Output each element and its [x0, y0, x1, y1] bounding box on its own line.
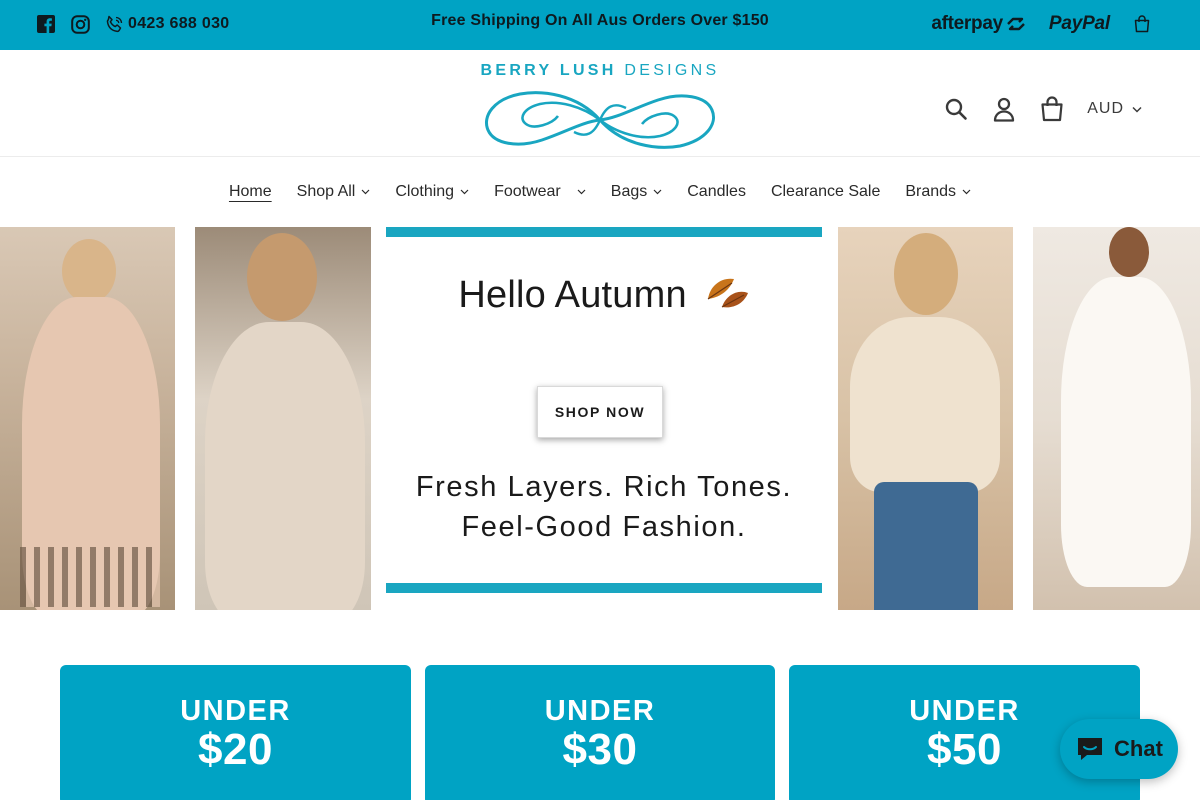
brand-name-light: DESIGNS	[624, 62, 720, 79]
hero-tagline-1: Fresh Layers. Rich Tones.	[415, 471, 793, 503]
chat-bubble-icon	[1078, 738, 1103, 760]
site-header: BERRY LUSH DESIGNS AUD	[0, 50, 1200, 157]
nav-item-clothing[interactable]: Clothing	[383, 183, 482, 201]
nav-item-candles[interactable]: Candles	[675, 183, 759, 201]
nav-item-clearance-sale[interactable]: Clearance Sale	[758, 183, 892, 201]
chat-label: Chat	[1114, 736, 1163, 761]
nav-item-shop-all[interactable]: Shop All	[284, 183, 383, 201]
search-icon[interactable]	[943, 96, 969, 122]
card-amount: $30	[562, 725, 638, 774]
nav-item-footwear[interactable]: Footwear	[482, 183, 599, 201]
card-label: UNDER	[180, 695, 291, 727]
chevron-down-icon	[653, 189, 662, 195]
infinity-swirl-icon	[485, 91, 715, 149]
nav-item-brands[interactable]: Brands	[893, 183, 984, 201]
model-photo-white-maxi	[1033, 227, 1200, 610]
hero-tagline-2: Feel-Good Fashion.	[461, 511, 747, 543]
hero-title: Hello Autumn	[386, 271, 822, 317]
nav-label-bags: Bags	[610, 183, 648, 200]
currency-value: AUD	[1087, 100, 1124, 117]
header-actions: AUD	[943, 94, 1142, 124]
brand-logo[interactable]: BERRY LUSH DESIGNS	[478, 60, 722, 154]
afterpay-arrows-icon	[1007, 17, 1025, 31]
nav-label-shop-all: Shop All	[296, 183, 356, 200]
model-photo-denim-blouse	[838, 227, 1013, 610]
cart-icon[interactable]	[1039, 96, 1065, 122]
nav-label-clearance-sale: Clearance Sale	[770, 183, 881, 200]
account-icon[interactable]	[991, 96, 1017, 122]
model-photo-beach-dress	[0, 227, 175, 610]
chevron-down-icon	[962, 189, 971, 195]
brand-name-bold: BERRY LUSH	[480, 62, 617, 79]
nav-item-home[interactable]: Home	[216, 183, 284, 201]
top-accent-bar	[386, 227, 822, 237]
chevron-down-icon	[460, 189, 469, 195]
afterpay-text: afterpay	[931, 13, 1003, 34]
payment-logos: afterpay PayPal	[931, 10, 1152, 38]
nav-label-home: Home	[228, 183, 272, 200]
card-label: UNDER	[544, 695, 656, 727]
brand-wordmark: BERRY LUSH DESIGNS	[478, 62, 722, 80]
chevron-down-icon	[1132, 106, 1142, 113]
nav-label-footwear: Footwear	[494, 183, 561, 200]
under-20-card[interactable]: UNDER $20	[60, 665, 411, 800]
shop-now-button[interactable]: SHOP NOW	[537, 386, 663, 438]
nav-label-brands: Brands	[905, 183, 957, 200]
hero-title-text: Hello Autumn	[458, 274, 687, 316]
bottom-accent-bar	[386, 583, 822, 593]
card-amount: $20	[198, 725, 273, 774]
model-photo-knit-sweater	[195, 227, 371, 610]
main-navigation: Home Shop All Clothing Footwear Bags Can…	[0, 157, 1200, 227]
chevron-down-icon	[577, 189, 586, 195]
nav-item-bags[interactable]: Bags	[598, 183, 674, 201]
price-category-cards: UNDER $20 UNDER $30 UNDER $50	[60, 665, 1140, 800]
chat-button[interactable]: Chat	[1060, 719, 1178, 779]
nav-label-clothing: Clothing	[395, 183, 455, 200]
autumn-leaf-icon	[707, 278, 748, 308]
announcement-bar: 0423 688 030 Free Shipping On All Aus Or…	[0, 0, 1200, 50]
under-30-card[interactable]: UNDER $30	[425, 665, 775, 800]
chevron-down-icon	[361, 189, 370, 195]
shopping-bag-icon[interactable]	[1132, 14, 1152, 34]
nav-label-candles: Candles	[687, 183, 746, 200]
paypal-logo: PayPal	[1048, 13, 1110, 34]
currency-selector[interactable]: AUD	[1087, 100, 1142, 118]
afterpay-logo: afterpay	[931, 13, 1027, 35]
